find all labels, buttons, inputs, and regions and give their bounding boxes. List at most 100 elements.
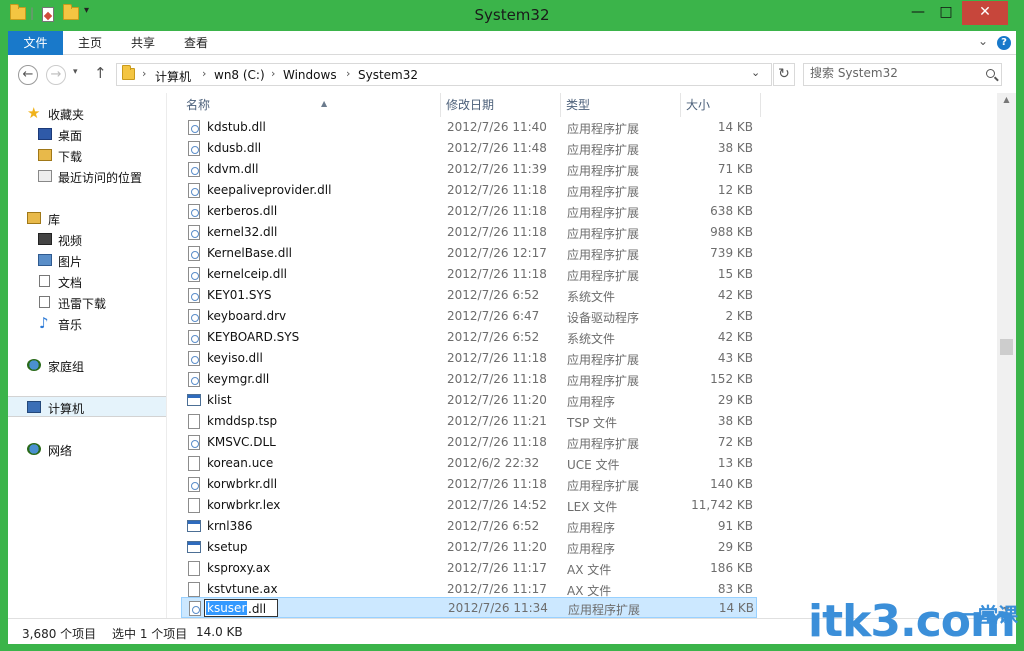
scroll-up-icon[interactable]: ▲ xyxy=(997,95,1016,104)
forward-button[interactable]: → xyxy=(46,65,66,85)
address-dropdown-icon[interactable]: ⌄ xyxy=(751,66,760,79)
table-row[interactable]: kdusb.dll 2012/7/26 11:48 应用程序扩展 38 KB xyxy=(181,138,757,159)
rename-extension-text: .dll xyxy=(248,602,267,616)
tab-view[interactable]: 查看 xyxy=(184,31,208,55)
table-row[interactable]: keyiso.dll 2012/7/26 11:18 应用程序扩展 43 KB xyxy=(181,348,757,369)
maximize-button[interactable]: □ xyxy=(932,1,960,25)
tab-share[interactable]: 共享 xyxy=(131,31,155,55)
dll-icon xyxy=(188,204,200,219)
breadcrumb-separator[interactable]: › xyxy=(346,67,350,80)
nav-recent-places[interactable]: 最近访问的位置 xyxy=(8,166,166,187)
nav-label: 迅雷下载 xyxy=(58,297,107,311)
dll-icon xyxy=(188,477,200,492)
table-row[interactable]: KMSVC.DLL 2012/7/26 11:18 应用程序扩展 72 KB xyxy=(181,432,757,453)
table-row[interactable]: klist 2012/7/26 11:20 应用程序 29 KB xyxy=(181,390,757,411)
nav-homegroup[interactable]: 家庭组 xyxy=(8,355,166,376)
vertical-scrollbar[interactable]: ▲ ▼ xyxy=(997,93,1016,618)
table-row-selected[interactable]: ksuser .dll 2012/7/26 11:34 应用程序扩展 14 KB xyxy=(181,597,757,618)
minimize-button[interactable]: — xyxy=(904,1,932,25)
file-size: 12 KB xyxy=(717,183,753,197)
table-row[interactable]: KernelBase.dll 2012/7/26 12:17 应用程序扩展 739 K… xyxy=(181,243,757,264)
table-row[interactable]: kernelceip.dll 2012/7/26 11:18 应用程序扩展 15 KB xyxy=(181,264,757,285)
search-icon[interactable] xyxy=(986,69,995,78)
table-row[interactable]: korwbrkr.dll 2012/7/26 11:18 应用程序扩展 140 KB xyxy=(181,474,757,495)
file-type: 应用程序扩展 xyxy=(567,227,640,241)
table-row[interactable]: KEYBOARD.SYS 2012/7/26 6:52 系统文件 42 KB xyxy=(181,327,757,348)
nav-thunder-downloads[interactable]: 迅雷下载 xyxy=(8,292,166,313)
breadcrumb-windows[interactable]: Windows xyxy=(283,68,337,82)
table-row[interactable]: kernel32.dll 2012/7/26 11:18 应用程序扩展 988 KB xyxy=(181,222,757,243)
breadcrumb-system32[interactable]: System32 xyxy=(358,68,418,82)
tab-home[interactable]: 主页 xyxy=(78,31,102,55)
table-row[interactable]: kdvm.dll 2012/7/26 11:39 应用程序扩展 71 KB xyxy=(181,159,757,180)
search-box[interactable] xyxy=(803,63,1002,86)
file-name: kernelceip.dll xyxy=(207,267,287,281)
refresh-button[interactable]: ↻ xyxy=(773,63,795,86)
table-row[interactable]: ksproxy.ax 2012/7/26 11:17 AX 文件 186 KB xyxy=(181,558,757,579)
tab-file[interactable]: 文件 xyxy=(8,31,63,55)
table-row[interactable]: kdstub.dll 2012/7/26 11:40 应用程序扩展 14 KB xyxy=(181,117,757,138)
recent-locations-icon[interactable]: ▾ xyxy=(73,67,78,77)
file-size: 43 KB xyxy=(717,351,753,365)
column-header-name[interactable]: 名称 ▲ xyxy=(181,93,441,117)
music-icon: ♪ xyxy=(39,314,49,332)
column-header-size[interactable]: 大小 xyxy=(681,93,761,117)
file-type: 应用程序扩展 xyxy=(567,122,640,136)
help-icon[interactable]: ? xyxy=(997,36,1011,50)
dll-icon xyxy=(188,309,200,324)
table-row[interactable]: keymgr.dll 2012/7/26 11:18 应用程序扩展 152 KB xyxy=(181,369,757,390)
file-type: AX 文件 xyxy=(567,563,612,577)
expand-ribbon-icon[interactable]: ⌄ xyxy=(978,34,988,48)
breadcrumb-separator[interactable]: › xyxy=(202,67,206,80)
nav-pictures[interactable]: 图片 xyxy=(8,250,166,271)
file-size: 38 KB xyxy=(717,141,753,155)
nav-network[interactable]: 网络 xyxy=(8,439,166,460)
nav-computer[interactable]: 计算机 xyxy=(8,396,166,417)
column-header-type[interactable]: 类型 xyxy=(561,93,681,117)
table-row[interactable]: kerberos.dll 2012/7/26 11:18 应用程序扩展 638 KB xyxy=(181,201,757,222)
file-type: 应用程序扩展 xyxy=(567,248,640,262)
dll-icon xyxy=(188,120,200,135)
file-date: 2012/7/26 11:20 xyxy=(447,540,547,554)
nav-favorites[interactable]: ★ 收藏夹 xyxy=(8,103,166,124)
file-size: 83 KB xyxy=(717,582,753,596)
rename-input[interactable]: ksuser .dll xyxy=(204,599,278,617)
nav-documents[interactable]: 文档 xyxy=(8,271,166,292)
table-row[interactable]: KEY01.SYS 2012/7/26 6:52 系统文件 42 KB xyxy=(181,285,757,306)
table-row[interactable]: keepaliveprovider.dll 2012/7/26 11:18 应用程序… xyxy=(181,180,757,201)
file-type: 应用程序扩展 xyxy=(568,603,641,617)
nav-downloads[interactable]: 下载 xyxy=(8,145,166,166)
nav-desktop[interactable]: 桌面 xyxy=(8,124,166,145)
scroll-thumb[interactable] xyxy=(1000,339,1013,355)
nav-libraries[interactable]: 库 xyxy=(8,208,166,229)
breadcrumb-separator[interactable]: › xyxy=(142,67,146,80)
nav-videos[interactable]: 视频 xyxy=(8,229,166,250)
file-size: 11,742 KB xyxy=(691,498,753,512)
table-row[interactable]: ksetup 2012/7/26 11:20 应用程序 29 KB xyxy=(181,537,757,558)
file-size: 42 KB xyxy=(717,288,753,302)
nav-label: 最近访问的位置 xyxy=(58,171,143,185)
breadcrumb-drive[interactable]: wn8 (C:) xyxy=(214,68,265,82)
file-date: 2012/7/26 11:18 xyxy=(447,267,547,281)
table-row[interactable]: krnl386 2012/7/26 6:52 应用程序 91 KB xyxy=(181,516,757,537)
file-date: 2012/7/26 11:40 xyxy=(447,120,547,134)
network-icon xyxy=(27,443,41,455)
close-button[interactable]: ✕ xyxy=(962,1,1008,25)
nav-music[interactable]: ♪ 音乐 xyxy=(8,313,166,334)
table-row[interactable]: korwbrkr.lex 2012/7/26 14:52 LEX 文件 11,742 … xyxy=(181,495,757,516)
table-row[interactable]: korean.uce 2012/6/2 22:32 UCE 文件 13 KB xyxy=(181,453,757,474)
up-button[interactable]: ↑ xyxy=(94,64,107,82)
breadcrumb-computer[interactable]: 计算机 xyxy=(155,68,191,85)
file-size: 140 KB xyxy=(710,477,753,491)
search-input[interactable] xyxy=(810,66,970,80)
file-icon xyxy=(188,561,200,576)
address-bar[interactable]: › 计算机 › wn8 (C:) › Windows › System32 ⌄ xyxy=(116,63,772,86)
recent-places-icon xyxy=(38,170,52,182)
back-button[interactable]: ← xyxy=(18,65,38,85)
breadcrumb-separator[interactable]: › xyxy=(271,67,275,80)
column-header-date[interactable]: 修改日期 xyxy=(441,93,561,117)
table-row[interactable]: kmddsp.tsp 2012/7/26 11:21 TSP 文件 38 KB xyxy=(181,411,757,432)
table-row[interactable]: keyboard.drv 2012/7/26 6:47 设备驱动程序 2 KB xyxy=(181,306,757,327)
file-name: kdstub.dll xyxy=(207,120,266,134)
file-type: 应用程序 xyxy=(567,521,616,535)
